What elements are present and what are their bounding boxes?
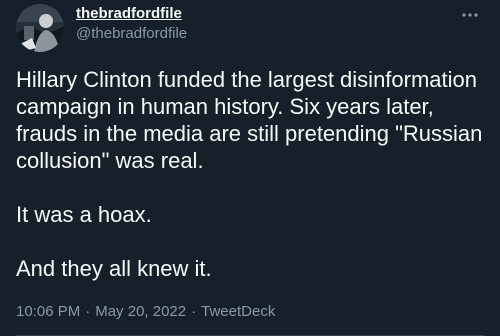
tweet-paragraph: It was a hoax. xyxy=(16,202,152,227)
tweet-time[interactable]: 10:06 PM xyxy=(16,303,80,320)
tweet-paragraph: Hillary Clinton funded the largest disin… xyxy=(16,67,483,173)
meta-separator: · xyxy=(191,303,197,320)
tweet-text: Hillary Clinton funded the largest disin… xyxy=(16,66,486,282)
author-handle[interactable]: @thebradfordfile xyxy=(76,24,187,44)
tweet-meta: 10:06 PM · May 20, 2022 · TweetDeck xyxy=(16,302,275,322)
author-info: thebradfordfile @thebradfordfile xyxy=(76,4,187,44)
more-dots-icon xyxy=(462,13,478,17)
more-options-button[interactable] xyxy=(458,6,482,24)
tweet-date[interactable]: May 20, 2022 xyxy=(95,303,186,320)
author-display-name[interactable]: thebradfordfile xyxy=(76,4,187,24)
avatar[interactable] xyxy=(16,4,64,52)
profile-photo-icon xyxy=(16,4,64,52)
meta-separator: · xyxy=(85,303,91,320)
tweet-source[interactable]: TweetDeck xyxy=(201,303,275,320)
tweet-card: thebradfordfile @thebradfordfile Hillary… xyxy=(0,0,500,336)
tweet-paragraph: And they all knew it. xyxy=(16,256,212,281)
